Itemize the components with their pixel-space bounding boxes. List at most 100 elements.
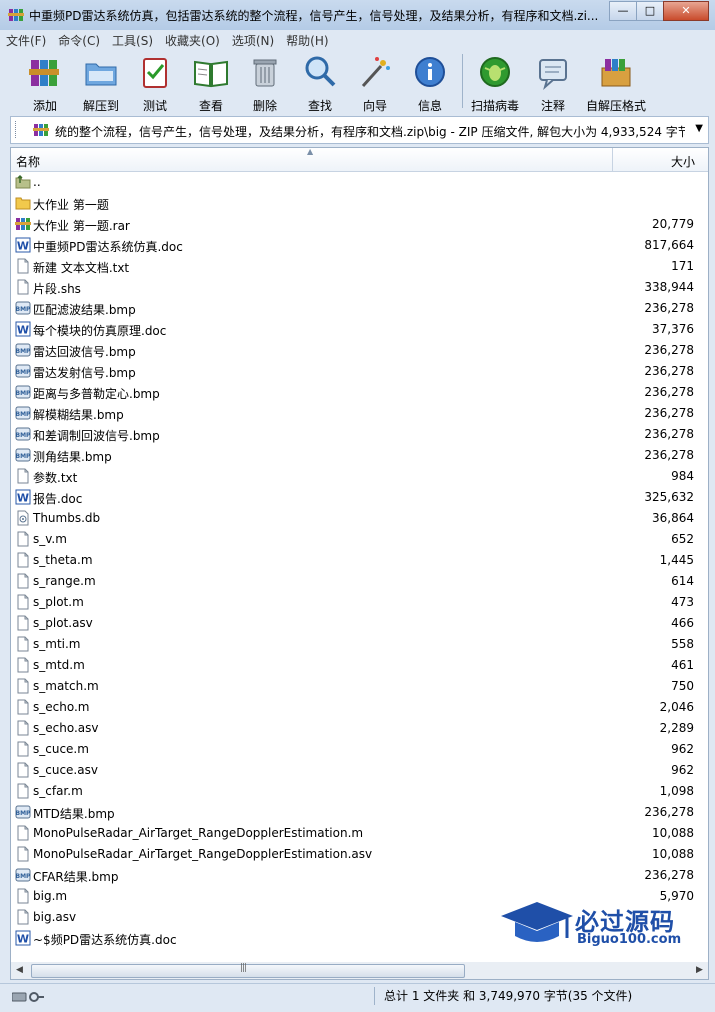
- file-row[interactable]: s_cuce.asv 962: [11, 760, 708, 781]
- file-name: 和差调制回波信号.bmp: [33, 429, 160, 443]
- column-header-size-label: 大小: [670, 155, 695, 169]
- svg-text:W: W: [17, 933, 29, 946]
- file-row[interactable]: BMP 匹配滤波结果.bmp 236,278: [11, 298, 708, 319]
- file-size: 37,376: [652, 322, 694, 336]
- address-bar[interactable]: 统的整个流程，信号产生，信号处理，及结果分析，有程序和文档.zip\big - …: [10, 116, 709, 144]
- close-button[interactable]: ✕: [663, 1, 709, 21]
- menu-options[interactable]: 选项(N): [226, 32, 280, 49]
- menu-help[interactable]: 帮助(H): [280, 32, 334, 49]
- file-size: 325,632: [644, 490, 694, 504]
- delete-button[interactable]: 删除: [238, 54, 292, 114]
- file-row[interactable]: s_plot.m 473: [11, 592, 708, 613]
- file-row[interactable]: s_cfar.m 1,098: [11, 781, 708, 802]
- comment-button[interactable]: 注释: [526, 54, 580, 114]
- file-row[interactable]: 大作业 第一题.rar 20,779: [11, 214, 708, 235]
- file-row[interactable]: s_mti.m 558: [11, 634, 708, 655]
- wizard-button[interactable]: 向导: [348, 54, 402, 114]
- file-row[interactable]: BMP CFAR结果.bmp 236,278: [11, 865, 708, 886]
- file-row[interactable]: Thumbs.db 36,864: [11, 508, 708, 529]
- title-bar: 中重频PD雷达系统仿真，包括雷达系统的整个流程，信号产生，信号处理，及结果分析，…: [0, 0, 715, 31]
- file-size: 236,278: [644, 364, 694, 378]
- svg-text:W: W: [17, 240, 29, 253]
- word-doc-icon: W: [15, 321, 31, 337]
- file-row[interactable]: s_mtd.m 461: [11, 655, 708, 676]
- file-name: s_cuce.m: [33, 742, 89, 756]
- file-row[interactable]: BMP MTD结果.bmp 236,278: [11, 802, 708, 823]
- file-row[interactable]: 参数.txt 984: [11, 466, 708, 487]
- chevron-down-icon[interactable]: ▼: [695, 123, 703, 134]
- menu-favorites[interactable]: 收藏夹(O): [159, 32, 226, 49]
- minimize-button[interactable]: —: [609, 1, 637, 21]
- column-header-size[interactable]: 大小: [612, 148, 709, 171]
- menu-tools[interactable]: 工具(S): [106, 32, 159, 49]
- file-row[interactable]: s_match.m 750: [11, 676, 708, 697]
- test-button[interactable]: 测试: [128, 54, 182, 114]
- extract-to-button[interactable]: 解压到: [74, 54, 128, 114]
- bmp-image-icon: BMP: [15, 426, 31, 442]
- delete-label: 删除: [252, 99, 277, 113]
- file-row[interactable]: MonoPulseRadar_AirTarget_RangeDopplerEst…: [11, 823, 708, 844]
- column-header-name[interactable]: 名称: [16, 153, 40, 170]
- file-size: 473: [671, 595, 694, 609]
- menu-file[interactable]: 文件(F): [0, 32, 52, 49]
- parent-folder-icon: [15, 174, 31, 190]
- file-row[interactable]: W 报告.doc 325,632: [11, 487, 708, 508]
- svg-text:BMP: BMP: [16, 453, 31, 460]
- file-row[interactable]: W 中重频PD雷达系统仿真.doc 817,664: [11, 235, 708, 256]
- horizontal-scrollbar[interactable]: ◀ ||| ▶: [10, 962, 709, 980]
- file-row[interactable]: MonoPulseRadar_AirTarget_RangeDopplerEst…: [11, 844, 708, 865]
- file-row[interactable]: s_v.m 652: [11, 529, 708, 550]
- add-button[interactable]: 添加: [18, 54, 72, 114]
- file-name: MTD结果.bmp: [33, 807, 115, 821]
- file-row[interactable]: s_cuce.m 962: [11, 739, 708, 760]
- text-file-icon: [15, 888, 31, 904]
- test-icon: [143, 58, 167, 88]
- view-button[interactable]: 查看: [184, 54, 238, 114]
- file-row[interactable]: s_range.m 614: [11, 571, 708, 592]
- file-row[interactable]: s_theta.m 1,445: [11, 550, 708, 571]
- file-size: 171: [671, 259, 694, 273]
- svg-text:W: W: [17, 492, 29, 505]
- file-row[interactable]: 大作业 第一题: [11, 193, 708, 214]
- watermark: 必过源码 Biguo100.com: [497, 898, 707, 954]
- file-row[interactable]: s_echo.asv 2,289: [11, 718, 708, 739]
- text-file-icon: [15, 531, 31, 547]
- sfx-label: 自解压格式: [585, 99, 646, 113]
- file-name: MonoPulseRadar_AirTarget_RangeDopplerEst…: [33, 847, 373, 861]
- file-row[interactable]: BMP 和差调制回波信号.bmp 236,278: [11, 424, 708, 445]
- file-name: s_echo.m: [33, 700, 90, 714]
- file-row[interactable]: ..: [11, 172, 708, 193]
- file-row[interactable]: BMP 测角结果.bmp 236,278: [11, 445, 708, 466]
- file-name: s_cuce.asv: [33, 763, 98, 777]
- file-size: 236,278: [644, 301, 694, 315]
- add-archive-icon: [29, 60, 59, 86]
- file-row[interactable]: BMP 雷达发射信号.bmp 236,278: [11, 361, 708, 382]
- file-row[interactable]: 片段.shs 338,944: [11, 277, 708, 298]
- file-row[interactable]: 新建 文本文档.txt 171: [11, 256, 708, 277]
- scroll-right-icon[interactable]: ▶: [691, 962, 708, 979]
- virus-scan-button[interactable]: 扫描病毒: [468, 54, 522, 114]
- file-row[interactable]: BMP 距离与多普勒定心.bmp 236,278: [11, 382, 708, 403]
- file-row[interactable]: BMP 解模糊结果.bmp 236,278: [11, 403, 708, 424]
- toolbar-separator: [462, 54, 463, 108]
- scroll-left-icon[interactable]: ◀: [11, 962, 28, 979]
- find-button[interactable]: 查找: [293, 54, 347, 114]
- file-size: 558: [671, 637, 694, 651]
- maximize-button[interactable]: □: [636, 1, 664, 21]
- file-size: 36,864: [652, 511, 694, 525]
- info-button[interactable]: 信息: [403, 54, 457, 114]
- winrar-app-icon: [8, 9, 24, 21]
- file-name: 中重频PD雷达系统仿真.doc: [33, 240, 183, 254]
- scrollbar-thumb[interactable]: |||: [31, 963, 465, 978]
- bmp-image-icon: BMP: [15, 384, 31, 400]
- file-row[interactable]: s_echo.m 2,046: [11, 697, 708, 718]
- sfx-button[interactable]: 自解压格式: [582, 54, 650, 114]
- menu-commands[interactable]: 命令(C): [52, 32, 106, 49]
- file-row[interactable]: s_plot.asv 466: [11, 613, 708, 634]
- file-row[interactable]: W 每个模块的仿真原理.doc 37,376: [11, 319, 708, 340]
- file-size: 652: [671, 532, 694, 546]
- sfx-icon: [601, 59, 631, 87]
- file-row[interactable]: BMP 雷达回波信号.bmp 236,278: [11, 340, 708, 361]
- text-file-icon: [15, 468, 31, 484]
- file-size: 1,445: [659, 553, 694, 567]
